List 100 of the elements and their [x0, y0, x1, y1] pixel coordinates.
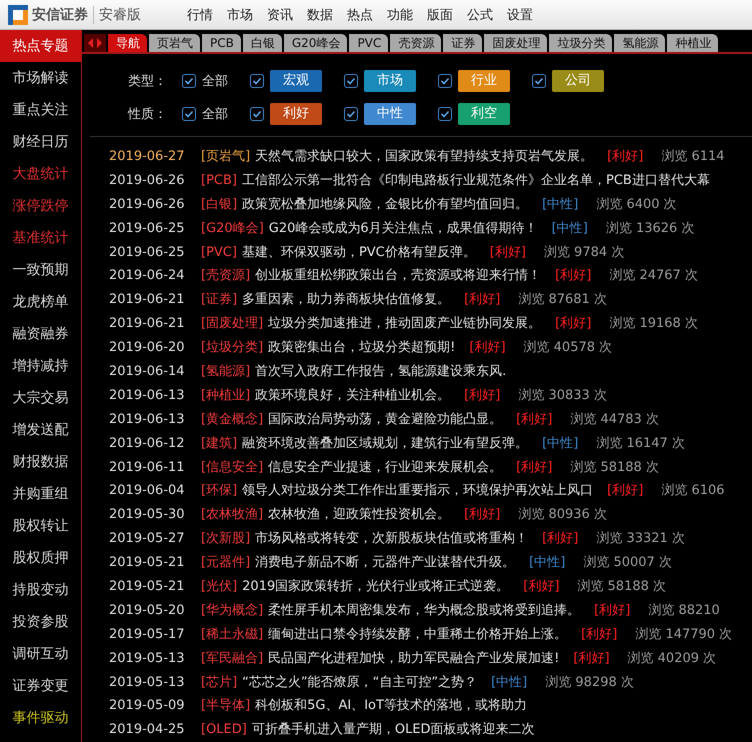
sidebar-item[interactable]: 调研互动 — [0, 638, 81, 670]
filter-option[interactable]: 全部 — [202, 72, 228, 90]
sidebar-item[interactable]: 重点关注 — [0, 94, 81, 126]
sidebar-item[interactable]: 大盘统计 — [0, 158, 81, 190]
tab[interactable]: G20峰会 — [284, 34, 348, 52]
menu-item[interactable]: 功能 — [387, 6, 427, 24]
sidebar-item[interactable]: 股权质押 — [0, 542, 81, 574]
sidebar-item[interactable]: 市场解读 — [0, 62, 81, 94]
topic-tag[interactable]: [黄金概念] — [201, 408, 264, 432]
news-headline[interactable]: 创业板重组松绑政策出台，壳资源或将迎来行情！ — [255, 264, 542, 288]
sidebar-item[interactable]: 持股变动 — [0, 574, 81, 606]
filter-chip[interactable]: 宏观 — [270, 70, 322, 92]
topic-tag[interactable]: [页岩气] — [201, 145, 250, 169]
tab[interactable]: 证券 — [443, 34, 482, 52]
tab[interactable]: 垃圾分类 — [549, 34, 612, 52]
sidebar-item[interactable]: 证券变更 — [0, 670, 81, 702]
checkbox[interactable] — [532, 74, 546, 88]
checkbox[interactable] — [344, 106, 358, 120]
menu-item[interactable]: 公式 — [467, 6, 507, 24]
topic-tag[interactable]: [光伏] — [201, 575, 238, 599]
news-headline[interactable]: 缅甸进出口禁令持续发酵，中重稀土价格开始上涨。 — [268, 622, 568, 647]
news-headline[interactable]: 领导人对垃圾分类工作作出重要指示，环境保护再次站上风口 — [242, 479, 594, 504]
checkbox[interactable] — [438, 106, 452, 120]
topic-tag[interactable]: [半导体] — [201, 694, 250, 718]
menu-item[interactable]: 行情 — [187, 6, 227, 24]
tab[interactable]: 壳资源 — [390, 34, 442, 52]
topic-tag[interactable]: [氢能源] — [201, 360, 250, 384]
tab[interactable]: 氢能源 — [614, 34, 666, 52]
news-headline[interactable]: G20峰会或成为6月关注焦点，成果值得期待！ — [268, 216, 538, 241]
scroll-arrows-button[interactable] — [84, 34, 106, 52]
sidebar-item[interactable]: 龙虎榜单 — [0, 286, 81, 318]
news-headline[interactable]: 消费电子新品不断，元器件产业谋替代升级。 — [255, 551, 516, 576]
checkbox[interactable] — [250, 74, 264, 88]
topic-tag[interactable]: [PCB] — [201, 168, 237, 193]
news-headline[interactable]: 首次写入政府工作报告，氢能源建设乘东风. — [255, 360, 506, 384]
menu-item[interactable]: 数据 — [307, 6, 347, 24]
sidebar-item[interactable]: 事件驱动 — [0, 702, 81, 734]
topic-tag[interactable]: [稀土永磁] — [201, 622, 264, 647]
sidebar-item[interactable]: 大宗交易 — [0, 382, 81, 414]
filter-chip[interactable]: 市场 — [364, 70, 416, 92]
topic-tag[interactable]: [证券] — [201, 288, 238, 312]
menu-item[interactable]: 资讯 — [267, 6, 307, 24]
topic-tag[interactable]: [军民融合] — [201, 646, 264, 671]
topic-tag[interactable]: [元器件] — [201, 551, 250, 576]
menu-item[interactable]: 设置 — [507, 6, 547, 24]
filter-option[interactable]: 全部 — [202, 104, 228, 122]
tab[interactable]: PVC — [349, 34, 388, 52]
tab[interactable]: PCB — [202, 34, 241, 52]
tab[interactable]: 固废处理 — [484, 34, 548, 52]
checkbox[interactable] — [182, 106, 196, 120]
topic-tag[interactable]: [农林牧渔] — [201, 503, 264, 528]
tab[interactable]: 种植业 — [667, 34, 718, 52]
sidebar-item[interactable]: 财报数据 — [0, 446, 81, 478]
tab[interactable]: 页岩气 — [149, 34, 200, 52]
news-headline[interactable]: 柔性屏手机本周密集发布，华为概念股或将受到追捧。 — [268, 598, 580, 623]
sidebar-item[interactable]: 投资参股 — [0, 606, 81, 638]
news-headline[interactable]: 市场风格或将转变，次新股板块估值或将重构！ — [255, 527, 528, 552]
news-headline[interactable]: 天然气需求缺口较大，国家政策有望持续支持页岩气发展。 — [255, 145, 594, 169]
topic-tag[interactable]: [OLED] — [201, 718, 247, 742]
filter-chip[interactable]: 中性 — [364, 102, 416, 124]
news-headline[interactable]: 科创板和5G、AI、IoT等技术的落地，或将助力 — [255, 694, 527, 718]
sidebar-item[interactable]: 涨停跌停 — [0, 190, 81, 222]
topic-tag[interactable]: [环保] — [201, 479, 238, 504]
topic-tag[interactable]: [建筑] — [201, 432, 238, 456]
topic-tag[interactable]: [壳资源] — [201, 264, 250, 288]
sidebar-item[interactable]: 增持减持 — [0, 350, 81, 382]
topic-tag[interactable]: [华为概念] — [201, 598, 264, 623]
menu-item[interactable]: 市场 — [227, 6, 267, 24]
news-headline[interactable]: 多重因素，助力券商板块估值修复。 — [242, 288, 450, 312]
news-headline[interactable]: 融资环境改善叠加区域规划，建筑行业有望反弹。 — [242, 432, 528, 456]
sidebar-item[interactable]: 增发送配 — [0, 414, 81, 446]
topic-tag[interactable]: [种植业] — [201, 384, 250, 408]
checkbox[interactable] — [250, 106, 264, 120]
news-headline[interactable]: 垃圾分类加速推进，推动固废产业链协同发展。 — [268, 312, 542, 336]
topic-tag[interactable]: [次新股] — [201, 527, 250, 552]
news-headline[interactable]: 可折叠手机进入量产期，OLED面板或将迎来二次 — [252, 718, 535, 742]
sidebar-item[interactable]: 融资融券 — [0, 318, 81, 350]
news-headline[interactable]: 信息安全产业提速，行业迎来发展机会。 — [268, 456, 502, 480]
filter-chip[interactable]: 利好 — [270, 102, 322, 124]
topic-tag[interactable]: [芯片] — [201, 670, 238, 694]
sidebar-item[interactable]: 基准统计 — [0, 222, 81, 254]
news-headline[interactable]: “芯芯之火”能否燎原，“自主可控”之势？ — [242, 670, 478, 694]
checkbox[interactable] — [344, 74, 358, 88]
news-headline[interactable]: 工信部公示第一批符合《印制电路板行业规范条件》企业名单，PCB进口替代大幕 — [242, 168, 710, 193]
checkbox[interactable] — [438, 74, 452, 88]
menu-item[interactable]: 版面 — [427, 6, 467, 24]
topic-tag[interactable]: [G20峰会] — [201, 216, 264, 241]
news-headline[interactable]: 2019国家政策转折，光伏行业或将正式逆袭。 — [242, 575, 510, 599]
news-headline[interactable]: 政策环境良好，关注种植业机会。 — [255, 384, 450, 408]
sidebar-item[interactable]: 股权转让 — [0, 510, 81, 542]
tab[interactable]: 导航 — [108, 34, 147, 52]
news-headline[interactable]: 农林牧渔，迎政策性投资机会。 — [268, 503, 450, 528]
news-headline[interactable]: 国际政治局势动荡，黄金避险功能凸显。 — [268, 408, 502, 432]
topic-tag[interactable]: [信息安全] — [201, 456, 264, 480]
topic-tag[interactable]: [固废处理] — [201, 312, 264, 336]
menu-item[interactable]: 热点 — [347, 6, 387, 24]
tab[interactable]: 白银 — [242, 34, 282, 52]
topic-tag[interactable]: [白银] — [201, 192, 238, 217]
sidebar-item[interactable]: 热点专题 — [0, 30, 81, 62]
news-headline[interactable]: 政策密集出台，垃圾分类超预期! — [268, 336, 456, 360]
